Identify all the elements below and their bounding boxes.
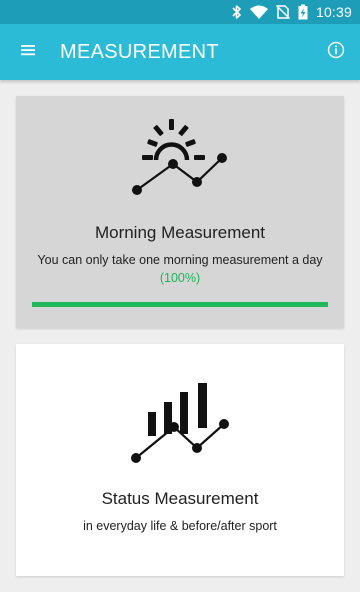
menu-button[interactable] [0,24,56,80]
app-bar: MEASUREMENT [0,24,360,80]
status-measurement-card[interactable]: Status Measurement in everyday life & be… [16,344,344,576]
morning-measurement-card[interactable]: Morning Measurement You can only take on… [16,96,344,328]
battery-charging-icon [298,0,308,24]
info-button[interactable] [312,24,360,80]
morning-measurement-title: Morning Measurement [94,223,266,242]
status-measurement-subtitle: in everyday life & before/after sport [83,519,277,533]
sunrise-chart-icon [16,116,344,200]
info-icon [327,41,345,64]
status-measurement-title: Status Measurement [101,489,259,508]
bluetooth-icon [232,0,242,24]
status-time: 10:39 [315,4,352,20]
menu-icon [21,43,35,61]
progress-bar [32,302,328,307]
no-sim-icon [275,0,290,24]
status-bar: 10:39 [0,0,360,24]
bar-chart-trend-icon [16,380,344,464]
page-title: MEASUREMENT [60,40,219,63]
wifi-icon [249,0,268,24]
morning-measurement-subtitle: You can only take one morning measuremen… [37,253,323,267]
progress-percent-label: (100%) [159,271,201,285]
progress-bar-fill [32,302,328,307]
